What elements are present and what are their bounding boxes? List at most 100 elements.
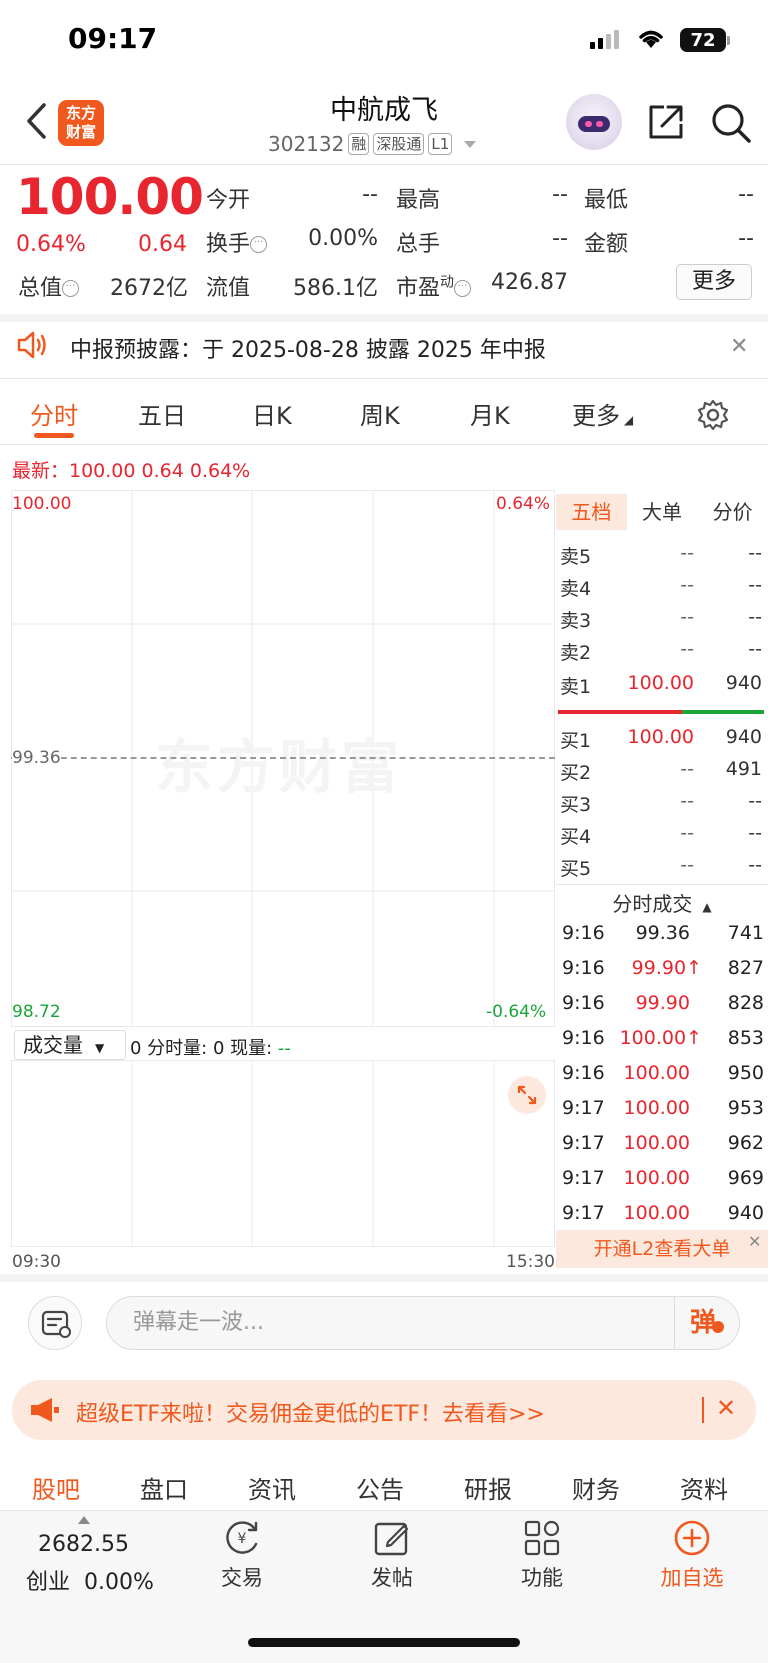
tab-forum[interactable]: 股吧 [32, 1470, 80, 1505]
robot-eye [596, 121, 603, 127]
close-icon[interactable]: ✕ [730, 334, 748, 359]
tab-intraday[interactable]: 分时 [30, 396, 78, 431]
low-label: 最低 [584, 188, 629, 213]
tab-large-orders[interactable]: 大单 [627, 494, 698, 530]
wifi-icon [636, 26, 666, 54]
pe-value: 426.87 [491, 270, 568, 295]
trade-icon[interactable]: ¥ [220, 1518, 264, 1562]
tab-five-day[interactable]: 五日 [138, 396, 186, 431]
bid-row: 买1 100.00 940 [560, 726, 762, 752]
cellular-signal-icon [590, 30, 619, 49]
tab-weekly-k[interactable]: 周K [360, 396, 400, 431]
battery-nub [727, 36, 730, 45]
section-gap [0, 314, 768, 322]
turnover-value: 0.00% [308, 226, 378, 251]
open-l2-banner[interactable]: 开通L2查看大单 [556, 1230, 768, 1268]
danmaku-send-button[interactable]: 弹 [674, 1297, 739, 1349]
previous-close-line [11, 757, 555, 759]
mcap-label: 总值 ··· [18, 270, 80, 302]
compose-icon[interactable] [372, 1518, 412, 1562]
change-amount: 0.64 [138, 232, 187, 257]
add-circle-icon[interactable] [672, 1518, 712, 1562]
float-label: 流值 [206, 276, 251, 301]
tab-research[interactable]: 研报 [464, 1470, 512, 1505]
volume-chart[interactable] [11, 1060, 555, 1247]
ask-row: 卖3 -- -- [560, 606, 762, 632]
volume-value: -- [552, 226, 568, 251]
tab-financials[interactable]: 财务 [572, 1470, 620, 1505]
more-quote-button[interactable]: 更多 [676, 264, 752, 300]
divider [0, 444, 768, 445]
divider [556, 884, 768, 885]
bid-row: 买5 -- -- [560, 854, 762, 880]
danmaku-settings-icon[interactable] [28, 1296, 82, 1350]
tick-row: 9:17 100.00 953 [562, 1097, 764, 1119]
open-value: -- [362, 182, 378, 207]
nav-add-watchlist[interactable]: 加自选 [642, 1562, 742, 1592]
high-value: -- [552, 182, 568, 207]
danmaku-input[interactable]: 弹幕走一波... [106, 1296, 740, 1350]
tag-connect: 深股通 [373, 133, 425, 155]
tick-row: 9:17 100.00 969 [562, 1167, 764, 1189]
y-axis-top: 100.00 [12, 494, 72, 514]
pct-axis-top: 0.64% [496, 494, 551, 514]
stock-code: 302132 [268, 132, 345, 156]
tab-news[interactable]: 资讯 [248, 1470, 296, 1505]
tab-announcements[interactable]: 公告 [356, 1470, 404, 1505]
order-book-tabs: 五档 大单 分价 [556, 494, 768, 530]
tab-market-depth[interactable]: 盘口 [140, 1470, 188, 1505]
float-value: 586.1亿 [293, 276, 378, 301]
tick-row: 9:16 99.90 828 [562, 992, 764, 1014]
expand-icon[interactable] [508, 1076, 546, 1114]
info-icon[interactable]: ··· [250, 236, 268, 253]
bid-row: 买4 -- -- [560, 822, 762, 848]
index-value[interactable]: 2682.55 [38, 1532, 129, 1557]
megaphone-icon [28, 1396, 60, 1428]
nav-post[interactable]: 发帖 [342, 1562, 442, 1592]
ask-row: 卖4 -- -- [560, 574, 762, 600]
caret-up-icon [78, 1516, 90, 1524]
tab-profile[interactable]: 资料 [680, 1470, 728, 1505]
bid-row: 买2 -- 491 [560, 758, 762, 784]
close-icon[interactable]: ✕ [716, 1394, 736, 1422]
tick-row: 9:16 99.90↑ 827 [562, 957, 764, 979]
close-icon[interactable]: ✕ [748, 1232, 761, 1251]
low-value: -- [738, 182, 754, 207]
index-name-change[interactable]: 创业 0.00% [26, 1564, 154, 1596]
tab-price-distribution[interactable]: 分价 [697, 494, 768, 530]
current-price: 100.00 [16, 168, 204, 226]
tab-more[interactable]: 更多 ◢ [572, 396, 633, 431]
ticks-header[interactable]: 分时成交 ▲ [556, 888, 768, 917]
tab-five-levels[interactable]: 五档 [556, 494, 627, 530]
svg-text:¥: ¥ [238, 1531, 247, 1547]
etf-promo-text[interactable]: 超级ETF来啦！交易佣金更低的ETF！去看看>> [76, 1396, 545, 1428]
info-icon[interactable]: ··· [62, 280, 80, 297]
nav-trade[interactable]: 交易 [192, 1562, 292, 1592]
volume-readout: 0 分时量: 0 现量: -- [130, 1038, 291, 1059]
pct-axis-bottom: -0.64% [486, 1002, 547, 1022]
tab-daily-k[interactable]: 日K [252, 396, 292, 431]
apps-icon[interactable] [522, 1518, 562, 1562]
notice-text[interactable]: 中报预披露：于 2025-08-28 披露 2025 年中报 [70, 332, 546, 364]
info-icon[interactable]: ··· [454, 280, 472, 297]
ask-row: 卖1 100.00 940 [560, 672, 762, 698]
active-tab-indicator [34, 433, 74, 438]
volume-indicator-select[interactable]: 成交量 ▼ [14, 1030, 126, 1060]
caret-down-icon [464, 141, 477, 148]
tag-margin: 融 [348, 133, 370, 155]
bid-row: 买3 -- -- [560, 790, 762, 816]
speaker-icon [16, 330, 50, 364]
ask-row: 卖5 -- -- [560, 542, 762, 568]
gear-icon[interactable] [696, 398, 730, 436]
search-icon[interactable] [710, 102, 752, 148]
open-label: 今开 [206, 188, 251, 213]
high-label: 最高 [396, 188, 441, 213]
tab-monthly-k[interactable]: 月K [470, 396, 510, 431]
nav-functions[interactable]: 功能 [492, 1562, 592, 1592]
stock-code-row[interactable]: 302132 融 深股通 L1 [268, 132, 480, 156]
robot-eye [585, 121, 592, 127]
tick-row: 9:16 100.00↑ 853 [562, 1027, 764, 1049]
share-icon[interactable] [646, 102, 686, 146]
home-indicator[interactable] [248, 1638, 520, 1647]
tick-row: 9:17 100.00 940 [562, 1202, 764, 1224]
